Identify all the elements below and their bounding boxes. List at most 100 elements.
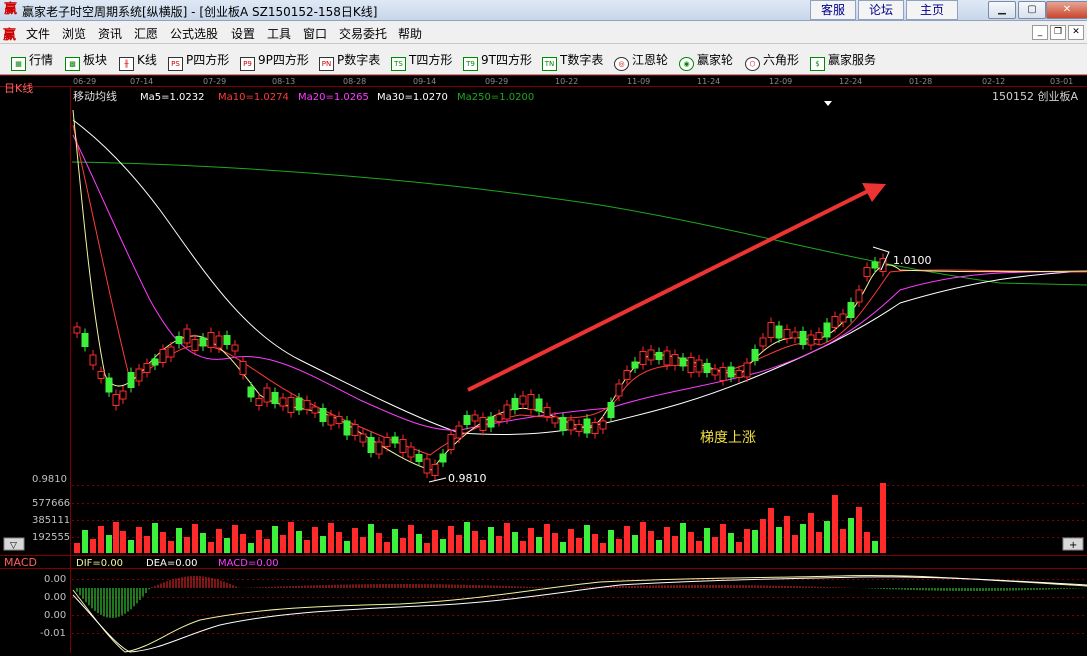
candle bbox=[647, 349, 655, 361]
maximize-icon[interactable]: ▢ bbox=[1018, 1, 1046, 19]
tool-kline[interactable]: ╫ K线 bbox=[119, 51, 157, 71]
candle bbox=[855, 289, 863, 303]
candle bbox=[105, 377, 113, 393]
candle bbox=[231, 344, 239, 352]
volume-bar bbox=[74, 543, 80, 553]
candle bbox=[503, 404, 511, 420]
candle bbox=[559, 417, 567, 431]
candle bbox=[863, 267, 871, 277]
tool-t-square[interactable]: TS T四方形 bbox=[391, 51, 452, 71]
candle bbox=[112, 394, 120, 406]
volume-bar bbox=[432, 530, 438, 553]
dollar-icon: $ bbox=[810, 57, 825, 71]
menu-trade[interactable]: 交易委托 bbox=[339, 25, 387, 42]
mdi-close-icon[interactable]: ✕ bbox=[1068, 25, 1084, 40]
volume-bar bbox=[232, 525, 238, 553]
mdi-restore-icon[interactable]: ❐ bbox=[1050, 25, 1066, 40]
candle bbox=[431, 464, 439, 476]
date-axis: 06-29 07-14 07-29 08-13 08-28 09-14 09-2… bbox=[73, 77, 1073, 86]
volume-bar bbox=[424, 543, 430, 553]
volume-bar bbox=[848, 518, 854, 553]
menu-tools[interactable]: 工具 bbox=[267, 25, 291, 42]
candle bbox=[847, 302, 855, 318]
kline-icon: ╫ bbox=[119, 57, 134, 71]
candle bbox=[655, 352, 663, 360]
add-icon: + bbox=[1069, 540, 1077, 551]
volume-bar bbox=[168, 541, 174, 553]
candle bbox=[751, 349, 759, 361]
ma10-line bbox=[72, 124, 1087, 456]
volume-bar bbox=[824, 521, 830, 553]
candle bbox=[255, 398, 263, 406]
menu-settings[interactable]: 设置 bbox=[231, 25, 255, 42]
date-tick: 02-12 bbox=[982, 77, 1005, 86]
minimize-icon[interactable]: ▁ bbox=[988, 1, 1016, 19]
candle bbox=[623, 370, 631, 380]
candle bbox=[375, 441, 383, 455]
tool-sectors[interactable]: ▩ 板块 bbox=[65, 51, 107, 71]
high-price-label: 1.0100 bbox=[893, 254, 932, 267]
volume-bar bbox=[864, 532, 870, 553]
tool-9p-square[interactable]: P9 9P四方形 bbox=[240, 51, 309, 71]
tool-winner-wheel[interactable]: ◉ 赢家轮 bbox=[679, 51, 733, 71]
hexagon-icon: ⬡ bbox=[745, 57, 760, 71]
tool-p-table[interactable]: PN P数字表 bbox=[319, 51, 380, 71]
mdi-minimize-icon[interactable]: _ bbox=[1032, 25, 1048, 40]
candle bbox=[671, 354, 679, 366]
tool-winner-service[interactable]: $ 赢家服务 bbox=[810, 51, 876, 71]
volume-bar bbox=[152, 523, 158, 553]
macd-tick: 0.00 bbox=[44, 610, 66, 621]
tool-9t-square[interactable]: T9 9T四方形 bbox=[463, 51, 532, 71]
candle bbox=[119, 390, 127, 400]
volume-bar bbox=[90, 539, 96, 553]
menu-help[interactable]: 帮助 bbox=[398, 25, 422, 42]
volume-bar bbox=[296, 531, 302, 553]
forum-button[interactable]: 论坛 bbox=[858, 0, 904, 20]
tool-t-table[interactable]: TN T数字表 bbox=[542, 51, 603, 71]
volume-bar bbox=[608, 530, 614, 553]
menu-info[interactable]: 资讯 bbox=[98, 25, 122, 42]
candle bbox=[815, 332, 823, 340]
menu-file[interactable]: 文件 bbox=[26, 25, 50, 42]
chart-area[interactable]: 06-29 07-14 07-29 08-13 08-28 09-14 09-2… bbox=[0, 75, 1087, 653]
menu-huiyuan[interactable]: 汇愿 bbox=[134, 25, 158, 42]
candle bbox=[527, 394, 535, 410]
macd-value: MACD=0.00 bbox=[218, 558, 279, 569]
tool-hexagon[interactable]: ⬡ 六角形 bbox=[745, 51, 799, 71]
tool-p-square[interactable]: PS P四方形 bbox=[168, 51, 229, 71]
candle bbox=[543, 407, 551, 417]
volume-bar bbox=[456, 535, 462, 553]
close-icon[interactable]: ✕ bbox=[1046, 1, 1087, 19]
volume-bar bbox=[712, 537, 718, 553]
dropdown-marker-icon[interactable] bbox=[824, 101, 832, 106]
volume-bar bbox=[592, 534, 598, 553]
menu-window[interactable]: 窗口 bbox=[303, 25, 327, 42]
gann-wheel-icon: ◎ bbox=[614, 57, 629, 71]
tn-icon: TN bbox=[542, 57, 557, 71]
volume-bar bbox=[744, 529, 750, 553]
volume-bar bbox=[680, 523, 686, 553]
menu-formula-picker[interactable]: 公式选股 bbox=[170, 25, 218, 42]
menu-browse[interactable]: 浏览 bbox=[62, 25, 86, 42]
customer-service-button[interactable]: 客服 bbox=[810, 0, 856, 20]
candle bbox=[127, 372, 135, 388]
volume-bar bbox=[640, 522, 646, 553]
candle bbox=[775, 325, 783, 339]
indicator-name: 移动均线 bbox=[73, 89, 117, 103]
candle bbox=[81, 333, 89, 347]
volume-bar bbox=[616, 539, 622, 553]
volume-tick: 192555 bbox=[32, 532, 70, 543]
volume-bar bbox=[256, 530, 262, 553]
tool-quotes[interactable]: ▦ 行情 bbox=[11, 51, 53, 71]
volume-bar bbox=[106, 535, 112, 553]
volume-bar bbox=[784, 516, 790, 553]
candle bbox=[391, 436, 399, 444]
volume-bar bbox=[264, 539, 270, 553]
candle bbox=[295, 397, 303, 411]
volume-bar bbox=[600, 543, 606, 553]
volume-bar bbox=[672, 536, 678, 553]
home-button[interactable]: 主页 bbox=[906, 0, 958, 20]
volume-bar bbox=[376, 533, 382, 553]
candle bbox=[783, 329, 791, 339]
tool-gann-wheel[interactable]: ◎ 江恩轮 bbox=[614, 51, 668, 71]
